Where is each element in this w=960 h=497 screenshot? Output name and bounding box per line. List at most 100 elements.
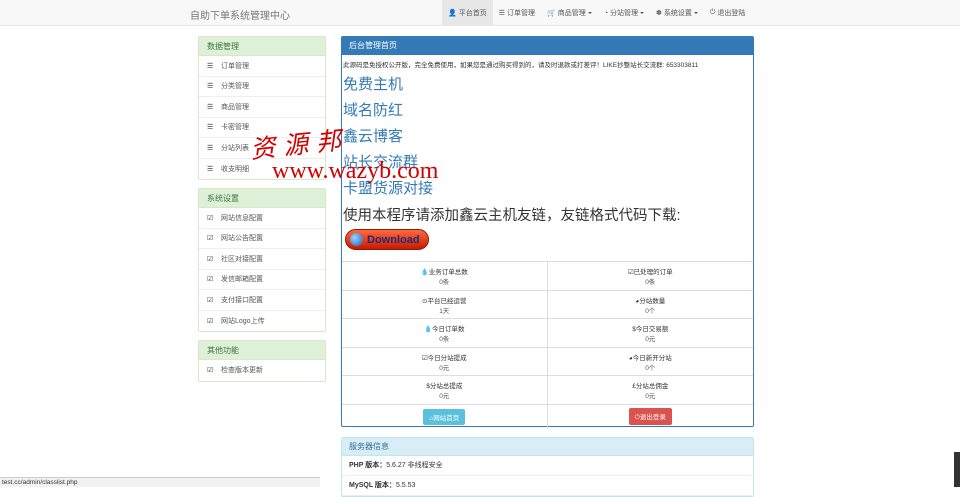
stat-today-orders: 💧今日订单数 0条	[342, 319, 548, 347]
stat-value: 0元	[439, 364, 450, 372]
user-icon: 👤	[448, 10, 457, 17]
list-icon: ☰	[207, 124, 214, 132]
dashboard-panel: 后台管理首页 此源码是免授权公开版，完全免费使用，如果您是通过购买得到的，请及时…	[341, 36, 754, 429]
sidebar-item-payment[interactable]: ☑ 支付接口配置	[199, 290, 325, 311]
stat-value: 0元	[645, 336, 656, 343]
nav-products[interactable]: 🛒 商品管理	[541, 0, 598, 26]
logout-button[interactable]: ⏻退出登录	[628, 408, 672, 425]
table-row: $分站总提成 0元 £分站总佣金 0元	[342, 376, 753, 405]
edit-icon: ☑	[207, 214, 214, 222]
sidebar-item-label: 订单管理	[221, 62, 249, 70]
notice-text: 此源码是免授权公开版，完全免费使用，如果您是通过购买得到的，请及时退款或打差评！…	[343, 62, 699, 69]
table-row: MySQL 版本：5.5.53	[342, 476, 753, 496]
sidebar-item-label: 卡密管理	[221, 124, 249, 132]
sidebar-item-label: 检查版本更新	[221, 367, 263, 375]
button-label: 退出登录	[639, 414, 666, 421]
sidebar-item-label: 分站列表	[221, 144, 249, 152]
nav-home[interactable]: 👤 平台首页	[442, 0, 493, 26]
drop-icon: 💧	[423, 326, 433, 333]
list-icon: ☰	[498, 10, 505, 17]
stat-value: 0条	[439, 336, 450, 343]
server-key: MySQL 版本：	[349, 482, 396, 489]
gear-icon: ✽	[655, 10, 662, 17]
server-info-panel: 服务器信息 PHP 版本：5.6.27 非线程安全 MySQL 版本：5.5.5…	[341, 437, 754, 497]
stat-value: 0条	[439, 279, 450, 286]
stat-label: 今日新开分站	[632, 354, 672, 362]
download-button[interactable]: Download	[345, 229, 429, 250]
stat-running-days: ⊙平台已经运营 1天	[342, 290, 548, 318]
sidebar-item-products[interactable]: ☰ 商品管理	[199, 97, 325, 118]
sidebar-system-panel: 系统设置 ☑ 网站信息配置 ☑ 网站公告配置 ☑ 社区对接配置 ☑ 发信邮箱配置 ☑ 支付…	[198, 188, 326, 332]
sidebar-item-label: 支付接口配置	[221, 296, 263, 304]
stat-label: 今日交易额	[635, 326, 669, 333]
sidebar-item-label: 发信邮箱配置	[221, 276, 263, 284]
nav-label: 分站管理	[609, 10, 638, 17]
brand-title[interactable]: 自助下单系统管理中心	[190, 7, 290, 22]
sidebar-item-label: 网站公告配置	[221, 235, 263, 243]
stat-label: 已处理的订单	[633, 269, 673, 276]
sidebar-item-site-info[interactable]: ☑ 网站信息配置	[199, 208, 325, 229]
stat-label: 平台已经运营	[427, 297, 467, 305]
nav-logout[interactable]: ⏻ 退出登陆	[704, 0, 752, 26]
site-home-button[interactable]: ⌂网站首页	[423, 408, 466, 425]
top-navbar: 自助下单系统管理中心 👤 平台首页 ☰ 订单管理 🛒 商品管理 ◔ 分站管理 ✽…	[0, 0, 960, 26]
sidebar-item-orders[interactable]: ☰ 订单管理	[199, 56, 325, 77]
stat-today-new-substations: ◕今日新开分站 0个	[548, 348, 754, 376]
drop-icon: 💧	[420, 269, 429, 276]
table-row: 💧业务订单总数 0条 ☑已处理的订单 0条	[342, 262, 753, 291]
table-row: PHP 版本：5.6.27 非线程安全	[342, 456, 753, 476]
sidebar-data-title: 数据管理	[199, 37, 325, 56]
globe-icon: ◔	[603, 9, 608, 17]
link-blog[interactable]: 鑫云博客	[342, 124, 753, 150]
sidebar-item-label: 商品管理	[221, 103, 249, 111]
friend-link-text: 使用本程序请添加鑫云主机友链，友链格式代码下载:	[343, 208, 681, 224]
sidebar-item-update[interactable]: ☑ 检查版本更新	[199, 360, 325, 381]
nav-label: 订单管理	[507, 10, 535, 17]
table-row: 💧今日订单数 0条 $今日交易额 0元	[342, 319, 753, 348]
scrollbar-thumb[interactable]	[954, 452, 960, 487]
nav-label: 系统设置	[663, 10, 692, 17]
sidebar-other-title: 其他功能	[199, 341, 325, 360]
table-row: ⊙平台已经运营 1天 ◕分站数量 0个	[342, 290, 754, 319]
edit-icon: ☑	[207, 255, 214, 263]
dashboard-title: 后台管理首页	[342, 37, 753, 55]
watermark-url: www.wazyb.com	[272, 158, 439, 184]
stat-value: 0元	[645, 393, 656, 400]
stat-today-revenue: $今日交易额 0元	[548, 319, 754, 347]
stat-total-brokerage: £分站总佣金 0元	[548, 376, 754, 404]
list-icon: ☰	[207, 83, 214, 91]
list-icon: ☰	[207, 62, 214, 70]
edit-icon: ☑	[207, 235, 214, 243]
nav-label: 商品管理	[557, 10, 586, 17]
nav-settings[interactable]: ✽ 系统设置	[650, 0, 704, 26]
nav-orders[interactable]: ☰ 订单管理	[493, 0, 541, 26]
stat-label: 今日订单数	[432, 326, 465, 333]
stat-substation-count: ◕分站数量 0个	[548, 291, 754, 319]
button-label: 网站首页	[433, 414, 460, 422]
caret-down-icon	[693, 12, 698, 14]
sidebar-item-mail[interactable]: ☑ 发信邮箱配置	[199, 270, 325, 290]
edit-icon: ☑	[207, 317, 214, 325]
caret-down-icon	[587, 12, 592, 14]
sidebar-item-categories[interactable]: ☰ 分类管理	[199, 77, 325, 97]
nav-label: 平台首页	[458, 10, 487, 17]
nav-substations[interactable]: ◔ 分站管理	[598, 0, 650, 26]
stat-processed-orders: ☑已处理的订单 0条	[548, 262, 754, 290]
server-info-title: 服务器信息	[342, 438, 753, 456]
sidebar-other-panel: 其他功能 ☑ 检查版本更新	[198, 340, 326, 382]
table-row: ☑今日分站提成 0元 ◕今日新开分站 0个	[342, 347, 754, 376]
sidebar-item-logo[interactable]: ☑ 网站Logo上传	[199, 311, 325, 332]
btn-cell: ⌂网站首页	[342, 404, 548, 429]
btn-cell: ⏻退出登录	[548, 405, 754, 429]
link-free-host[interactable]: 免费主机	[342, 72, 753, 98]
sidebar-item-community[interactable]: ☑ 社区对接配置	[199, 249, 325, 270]
sidebar-item-label: 分类管理	[221, 83, 249, 91]
sidebar-item-label: 网站信息配置	[221, 214, 263, 222]
sidebar-item-announcement[interactable]: ☑ 网站公告配置	[199, 229, 325, 249]
sidebar-item-label: 社区对接配置	[221, 255, 263, 263]
link-domain[interactable]: 域名防红	[342, 98, 753, 124]
main-nav: 👤 平台首页 ☰ 订单管理 🛒 商品管理 ◔ 分站管理 ✽ 系统设置 ⏻ 退出登…	[442, 0, 751, 26]
stat-value: 0元	[439, 393, 450, 400]
list-icon: ☰	[207, 144, 214, 152]
stat-value: 0个	[645, 364, 656, 372]
